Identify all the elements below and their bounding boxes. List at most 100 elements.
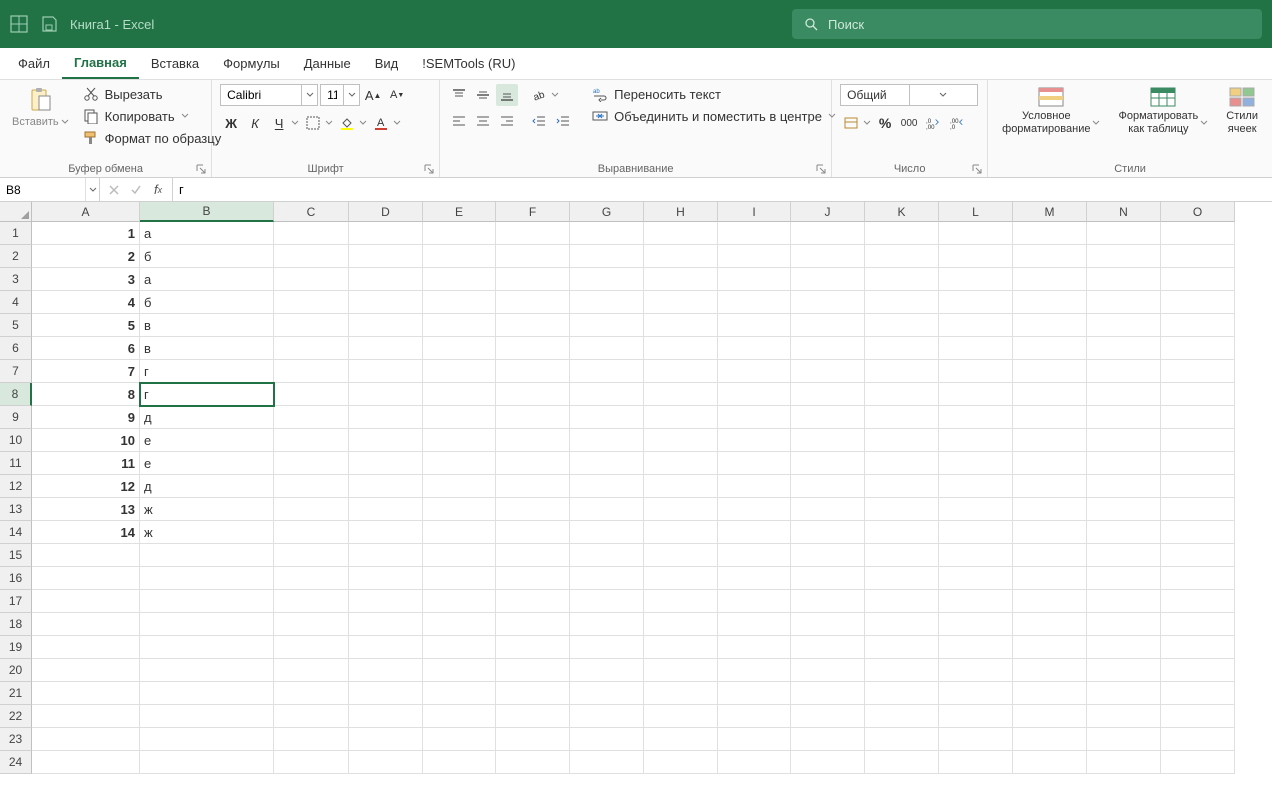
cell[interactable]	[644, 291, 718, 314]
cell[interactable]	[274, 291, 349, 314]
cell[interactable]	[1087, 268, 1161, 291]
cell[interactable]	[32, 705, 140, 728]
cell[interactable]	[423, 659, 496, 682]
cell[interactable]	[423, 751, 496, 774]
cell[interactable]	[1013, 222, 1087, 245]
cell[interactable]	[791, 475, 865, 498]
cell[interactable]	[1161, 429, 1235, 452]
cell[interactable]	[1013, 521, 1087, 544]
percent-button[interactable]: %	[874, 112, 896, 134]
cell[interactable]	[1087, 613, 1161, 636]
cell[interactable]	[274, 475, 349, 498]
cell[interactable]	[140, 636, 274, 659]
cell[interactable]	[1013, 728, 1087, 751]
cell[interactable]	[140, 682, 274, 705]
cell[interactable]	[423, 590, 496, 613]
row-header[interactable]: 12	[0, 475, 32, 498]
cell[interactable]	[423, 429, 496, 452]
cell[interactable]: б	[140, 245, 274, 268]
cell[interactable]	[791, 521, 865, 544]
cell[interactable]	[865, 222, 939, 245]
cell[interactable]	[570, 521, 644, 544]
cell[interactable]	[274, 383, 349, 406]
wrap-text-button[interactable]: ab Переносить текст	[588, 84, 840, 104]
cell[interactable]	[865, 682, 939, 705]
cell[interactable]	[939, 613, 1013, 636]
row-header[interactable]: 11	[0, 452, 32, 475]
cell[interactable]	[865, 268, 939, 291]
cell[interactable]	[718, 636, 791, 659]
cell[interactable]	[791, 705, 865, 728]
cell[interactable]	[718, 728, 791, 751]
column-header[interactable]: L	[939, 202, 1013, 222]
cell[interactable]	[349, 567, 423, 590]
cell[interactable]	[865, 636, 939, 659]
align-center-button[interactable]	[472, 110, 494, 132]
cell[interactable]	[865, 245, 939, 268]
cell[interactable]	[1013, 406, 1087, 429]
cell[interactable]: г	[140, 383, 274, 406]
cell[interactable]	[423, 498, 496, 521]
cell[interactable]	[644, 751, 718, 774]
cell[interactable]	[349, 751, 423, 774]
cell[interactable]	[1161, 728, 1235, 751]
cell[interactable]	[791, 314, 865, 337]
alignment-launcher[interactable]	[815, 163, 827, 175]
cell[interactable]	[274, 314, 349, 337]
column-header[interactable]: F	[496, 202, 570, 222]
cell[interactable]	[1013, 245, 1087, 268]
cell[interactable]	[570, 291, 644, 314]
cell[interactable]	[140, 590, 274, 613]
cell[interactable]	[718, 659, 791, 682]
cell[interactable]: 12	[32, 475, 140, 498]
cell[interactable]	[349, 314, 423, 337]
cell[interactable]	[644, 544, 718, 567]
cell[interactable]	[718, 521, 791, 544]
cell[interactable]	[1013, 544, 1087, 567]
cell[interactable]	[1161, 544, 1235, 567]
cell[interactable]	[939, 682, 1013, 705]
cell[interactable]	[496, 337, 570, 360]
cell[interactable]	[865, 544, 939, 567]
cell[interactable]	[1161, 659, 1235, 682]
cell[interactable]	[718, 245, 791, 268]
accounting-button[interactable]	[840, 112, 862, 134]
cell[interactable]	[1087, 360, 1161, 383]
cell[interactable]: 13	[32, 498, 140, 521]
orientation-arrow[interactable]	[550, 91, 560, 99]
column-header[interactable]: N	[1087, 202, 1161, 222]
cell[interactable]	[274, 337, 349, 360]
accounting-arrow[interactable]	[862, 119, 872, 127]
fill-color-arrow[interactable]	[358, 119, 368, 127]
cell[interactable]	[644, 590, 718, 613]
cell[interactable]	[1161, 613, 1235, 636]
cell[interactable]	[349, 682, 423, 705]
cell[interactable]	[496, 222, 570, 245]
cell[interactable]	[349, 429, 423, 452]
cell[interactable]	[1087, 682, 1161, 705]
cell[interactable]	[570, 360, 644, 383]
cell[interactable]	[718, 590, 791, 613]
align-middle-button[interactable]	[472, 84, 494, 106]
cell[interactable]	[32, 659, 140, 682]
cell[interactable]	[718, 406, 791, 429]
cell[interactable]	[496, 475, 570, 498]
cell[interactable]: 14	[32, 521, 140, 544]
column-header[interactable]: H	[644, 202, 718, 222]
column-header[interactable]: J	[791, 202, 865, 222]
cell[interactable]	[496, 682, 570, 705]
italic-button[interactable]: К	[244, 112, 266, 134]
cell[interactable]	[349, 636, 423, 659]
cell[interactable]	[644, 498, 718, 521]
cell[interactable]	[274, 498, 349, 521]
cell[interactable]	[274, 245, 349, 268]
cell[interactable]	[140, 613, 274, 636]
cell[interactable]: а	[140, 222, 274, 245]
cell[interactable]	[1013, 682, 1087, 705]
cell[interactable]: в	[140, 337, 274, 360]
row-header[interactable]: 2	[0, 245, 32, 268]
align-right-button[interactable]	[496, 110, 518, 132]
cell[interactable]	[1013, 429, 1087, 452]
cell[interactable]	[349, 613, 423, 636]
cell[interactable]: в	[140, 314, 274, 337]
